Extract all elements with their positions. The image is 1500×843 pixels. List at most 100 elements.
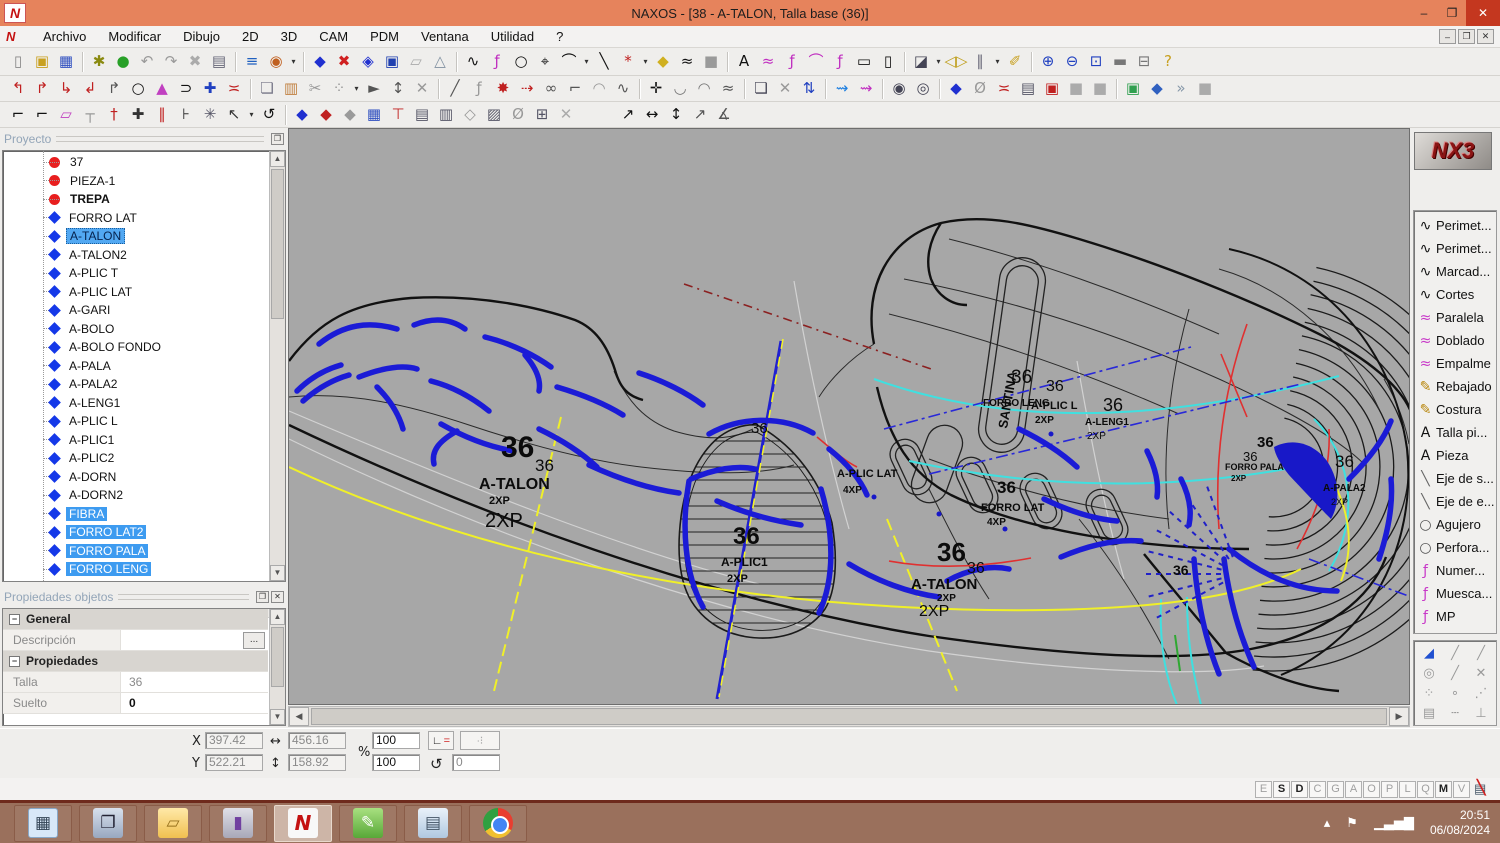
play-nodes-icon[interactable]: ► [362, 78, 386, 100]
tool-marcad[interactable]: ∿ Marcad... [1414, 260, 1496, 283]
canvas-hscrollbar[interactable]: ◀ ▶ [288, 706, 1410, 727]
tree-item-37[interactable]: 37 [3, 153, 268, 172]
rows-view-icon[interactable]: ▤ [410, 104, 434, 126]
fill-piece-icon[interactable]: ◆ [651, 51, 675, 73]
panel-grip[interactable] [56, 136, 264, 142]
menu-utilidad[interactable]: Utilidad [480, 27, 545, 46]
scroll-right-icon[interactable]: ▶ [1389, 707, 1409, 726]
snap-perpendicular-icon[interactable]: ⊥ [1468, 703, 1494, 723]
image-view-icon[interactable]: ◪ [909, 51, 933, 73]
paste-icon[interactable]: ▥ [279, 78, 303, 100]
scroll-left-icon[interactable]: ◀ [289, 707, 309, 726]
flip-vert-icon[interactable]: ↕ [386, 78, 410, 100]
layer-letter-v[interactable]: V [1453, 780, 1470, 798]
tree-item-pieza-1[interactable]: PIEZA-1 [3, 172, 268, 191]
snap-node-icon[interactable]: ∘ [1442, 683, 1468, 703]
redo-icon[interactable]: ↷ [159, 51, 183, 73]
properties-close-button[interactable]: ✕ [271, 591, 284, 603]
tree-item-a-plic1[interactable]: A-PLIC1 [3, 431, 268, 450]
arc-magenta-icon[interactable]: ⌒ [804, 51, 828, 73]
points-icon[interactable]: ⁘ [327, 78, 351, 100]
tool-talla-pi[interactable]: A Talla pi... [1414, 421, 1496, 444]
taskbar-app-folder-explorer[interactable]: ▱ [144, 804, 202, 842]
tree-item-forro-pala[interactable]: FORRO PALA [3, 542, 268, 561]
piece-fwd-icon[interactable]: ◆ [290, 104, 314, 126]
layer-letter-d[interactable]: D [1291, 780, 1308, 798]
scroll-up-icon[interactable]: ▲ [270, 609, 285, 625]
angle-n2-icon[interactable]: Ø [506, 104, 530, 126]
tree-item-a-bolo[interactable]: A-BOLO [3, 320, 268, 339]
spray-icon[interactable]: ✳ [198, 104, 222, 126]
tree-item-a-plic-l[interactable]: A-PLIC L [3, 412, 268, 431]
property-group-general[interactable]: − General [3, 609, 268, 630]
tool-perimet[interactable]: ∿ Perimet... [1414, 214, 1496, 237]
scroll-down-icon[interactable]: ▼ [270, 709, 285, 725]
open-curve-icon[interactable]: ◡ [668, 78, 692, 100]
piece-del-icon[interactable]: ◆ [314, 104, 338, 126]
order-icon[interactable]: ⇅ [797, 78, 821, 100]
tree-item-fibra[interactable]: FIBRA [3, 505, 268, 524]
lasso-icon[interactable]: ✐ [1003, 51, 1027, 73]
snap-intersection-icon[interactable]: ✕ [1468, 663, 1494, 683]
undo-icon[interactable]: ↶ [135, 51, 159, 73]
protractor-icon[interactable]: ∡ [712, 104, 736, 126]
project-dock-button[interactable]: ❐ [271, 133, 284, 145]
circle-icon[interactable]: ○ [509, 51, 533, 73]
ruler-rg-icon[interactable]: ≍ [992, 78, 1016, 100]
polyline-caret[interactable]: ▾ [640, 51, 651, 73]
scroll-down-icon[interactable]: ▼ [270, 565, 285, 581]
tree-item-a-plic2[interactable]: A-PLIC2 [3, 449, 268, 468]
tool-pieza[interactable]: A Pieza [1414, 444, 1496, 467]
tool-rebajado[interactable]: ✎ Rebajado [1414, 375, 1496, 398]
scale-y-field[interactable]: 100 [372, 754, 420, 771]
zoom-out-icon[interactable]: ⊖ [1060, 51, 1084, 73]
palette-icon[interactable]: ◉ [264, 51, 288, 73]
layer-letter-l[interactable]: L [1399, 780, 1416, 798]
stitch-line-icon[interactable]: ƒ [780, 51, 804, 73]
tool-empalme[interactable]: ≈ Empalme [1414, 352, 1496, 375]
tool-doblado[interactable]: ≈ Doblado [1414, 329, 1496, 352]
x-coordinate-field[interactable]: 397.42 [205, 732, 263, 749]
corner-round-icon[interactable]: ↰ [6, 78, 30, 100]
bend-2-icon[interactable]: ⌐ [30, 104, 54, 126]
process-gears-icon[interactable]: ✱ [87, 51, 111, 73]
action-center-flag-icon[interactable]: ⚑ [1346, 816, 1358, 831]
dimension-icon[interactable]: ≍ [222, 78, 246, 100]
menu-modificar[interactable]: Modificar [97, 27, 172, 46]
swirl-icon[interactable]: ◠ [587, 78, 611, 100]
pen-line-icon[interactable]: ╱ [443, 78, 467, 100]
help-icon[interactable]: ? [1156, 51, 1180, 73]
polyline-nodes-icon[interactable]: * [616, 51, 640, 73]
palette-caret[interactable]: ▾ [288, 51, 299, 73]
scroll-up-icon[interactable]: ▲ [270, 151, 285, 167]
snap-endpoint-icon[interactable]: ╱ [1442, 643, 1468, 663]
taskbar-app-naxos[interactable]: N [274, 804, 332, 842]
property-group-propiedades[interactable]: − Propiedades [3, 651, 268, 672]
corner-sharp-icon[interactable]: ↱ [30, 78, 54, 100]
node-add-icon[interactable]: ✛ [644, 78, 668, 100]
cut-icon[interactable]: ✂ [303, 78, 327, 100]
snap-angle-points-icon[interactable]: ⋰ [1468, 683, 1494, 703]
new-document-icon[interactable]: ▯ [6, 51, 30, 73]
tree-item-a-plic-t[interactable]: A-PLIC T [3, 264, 268, 283]
angle-n-icon[interactable]: Ø [968, 78, 992, 100]
point-icon[interactable]: ⌖ [533, 51, 557, 73]
no-print-icon[interactable]: ▤ ╲ [1474, 779, 1496, 798]
layer-letter-p[interactable]: P [1381, 780, 1398, 798]
zoom-in-icon[interactable]: ⊕ [1036, 51, 1060, 73]
wave-magenta-icon[interactable]: ≈ [756, 51, 780, 73]
form-sheet-icon[interactable]: ▤ [1016, 78, 1040, 100]
corner-inv-icon[interactable]: ↲ [78, 78, 102, 100]
move-points-icon[interactable]: ✚ [198, 78, 222, 100]
cursor-icon[interactable]: ↖ [222, 104, 246, 126]
tray-expand-icon[interactable]: ▴ [1324, 816, 1331, 831]
rectangle-2-icon[interactable]: ▯ [876, 51, 900, 73]
ellipse-icon[interactable]: ○ [126, 78, 150, 100]
tree-item-a-talon2[interactable]: A-TALON2 [3, 246, 268, 265]
properties-scrollbar[interactable]: ▲ ▼ [269, 609, 285, 725]
menu-pdm[interactable]: PDM [359, 27, 410, 46]
snap-divisions-icon[interactable]: ┄ [1442, 703, 1468, 723]
tool-eje-de-s[interactable]: ╲ Eje de s... [1414, 467, 1496, 490]
tree-scrollbar[interactable]: ▲ ▼ [269, 151, 285, 581]
tree-item-a-plic-lat[interactable]: A-PLIC LAT [3, 283, 268, 302]
